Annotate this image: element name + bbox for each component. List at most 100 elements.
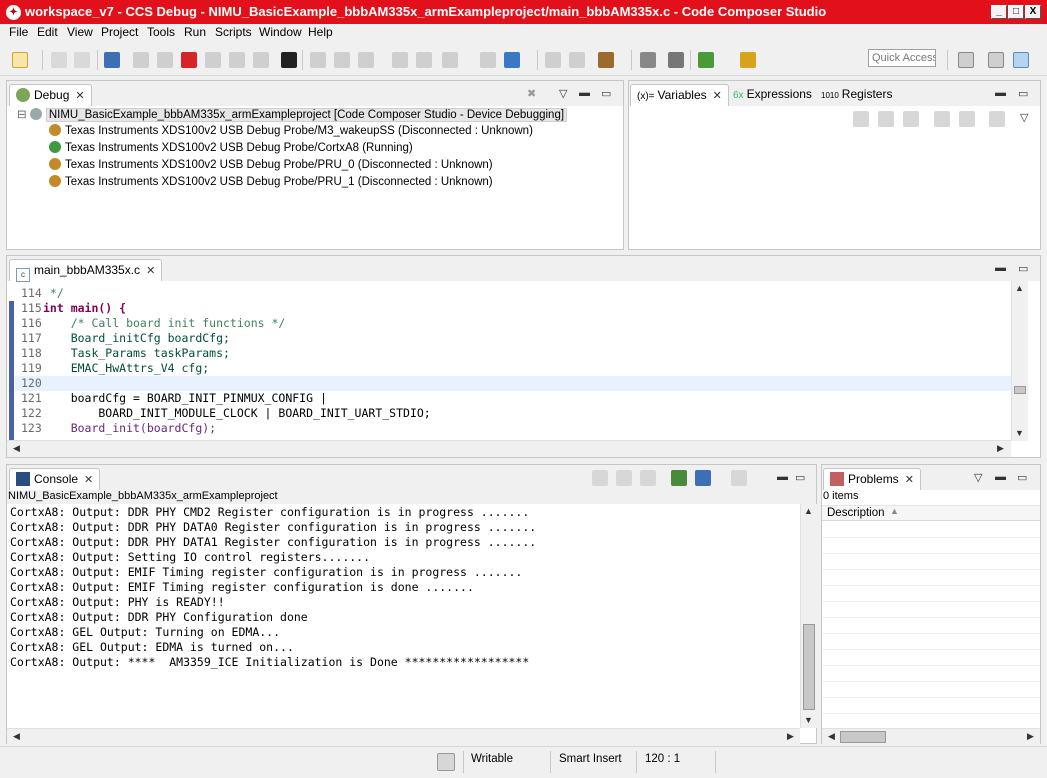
menu-help[interactable]: Help	[308, 25, 333, 39]
tab-registers[interactable]: 1010 Registers	[815, 84, 898, 106]
step-return-icon[interactable]	[253, 52, 269, 68]
refresh-icon[interactable]	[480, 52, 496, 68]
menu-window[interactable]: Window	[259, 25, 302, 39]
collapse-all-icon[interactable]	[903, 111, 919, 127]
minimize-button[interactable]: _	[991, 5, 1007, 19]
status-gear-icon[interactable]	[437, 753, 455, 771]
maximize-view-icon[interactable]: ▭	[1018, 87, 1028, 100]
search-icon[interactable]	[668, 52, 684, 68]
tab-expressions[interactable]: 6x Expressions	[727, 84, 818, 106]
debug-tree-item[interactable]: Texas Instruments XDS100v2 USB Debug Pro…	[49, 175, 493, 192]
debug-bug-icon[interactable]	[698, 52, 714, 68]
run-to-line-icon[interactable]	[442, 52, 458, 68]
menu-run[interactable]: Run	[184, 25, 206, 39]
maximize-view-icon[interactable]: ▭	[1017, 471, 1027, 484]
add-global-icon[interactable]	[878, 111, 894, 127]
view-menu-icon[interactable]: ▽	[1020, 111, 1028, 124]
scroll-up-arrow[interactable]: ▲	[801, 504, 816, 519]
close-icon[interactable]: ✕	[713, 90, 722, 102]
step-asm-icon[interactable]	[545, 52, 561, 68]
minimize-view-icon[interactable]: ▬	[995, 87, 1006, 99]
scroll-thumb[interactable]	[840, 731, 886, 743]
editor-horizontal-scrollbar[interactable]: ◀ ▶	[7, 440, 1011, 457]
ccs-app-icon[interactable]: ✦	[6, 5, 21, 20]
scroll-down-arrow[interactable]: ▼	[1012, 426, 1027, 441]
menu-project[interactable]: Project	[101, 25, 138, 39]
pin-console-icon[interactable]	[671, 470, 687, 486]
pin-icon[interactable]	[959, 111, 975, 127]
minimize-view-icon[interactable]: ▬	[995, 262, 1006, 274]
menu-tools[interactable]: Tools	[147, 25, 175, 39]
console-horizontal-scrollbar[interactable]: ◀ ▶	[7, 728, 800, 745]
column-description[interactable]: Description	[827, 507, 885, 519]
scroll-thumb[interactable]	[1014, 386, 1026, 394]
debug-tree-item[interactable]: Texas Instruments XDS100v2 USB Debug Pro…	[49, 141, 413, 158]
problems-horizontal-scrollbar[interactable]: ◀ ▶	[822, 728, 1040, 745]
restart-icon[interactable]	[392, 52, 408, 68]
debug-tree-root[interactable]: ⊟ NIMU_BasicExample_bbbAM335x_armExample…	[17, 107, 568, 124]
minimize-view-icon[interactable]: ▬	[777, 471, 788, 483]
clear-console-icon[interactable]	[592, 470, 608, 486]
suspend-icon[interactable]	[157, 52, 173, 68]
close-icon[interactable]: ✕	[75, 90, 84, 102]
build-hammer-icon[interactable]	[598, 52, 614, 68]
editor-vertical-scrollbar[interactable]: ▲ ▼	[1011, 281, 1028, 441]
minimize-view-icon[interactable]: ▬	[579, 87, 590, 99]
connect-icon[interactable]	[310, 52, 326, 68]
open-console-icon[interactable]	[731, 470, 747, 486]
menu-view[interactable]: View	[67, 25, 93, 39]
scroll-lock-icon[interactable]	[616, 470, 632, 486]
problems-table-header[interactable]: Description ▲	[822, 505, 1040, 521]
step-over-asm-icon[interactable]	[569, 52, 585, 68]
problems-table-body[interactable]	[822, 522, 1040, 728]
tools-icon[interactable]	[740, 52, 756, 68]
grid-icon[interactable]	[281, 52, 297, 68]
tab-problems[interactable]: Problems ✕	[823, 468, 921, 490]
scroll-right-arrow[interactable]: ▶	[1023, 729, 1038, 744]
maximize-button[interactable]: □	[1008, 5, 1024, 19]
scroll-left-arrow[interactable]: ◀	[824, 729, 839, 744]
maximize-view-icon[interactable]: ▭	[795, 471, 805, 484]
resume-icon[interactable]	[133, 52, 149, 68]
breakpoint-icon[interactable]	[416, 52, 432, 68]
maximize-view-icon[interactable]: ▭	[1018, 262, 1028, 275]
debug-tree-item[interactable]: Texas Instruments XDS100v2 USB Debug Pro…	[49, 124, 533, 141]
console-vertical-scrollbar[interactable]: ▲ ▼	[800, 504, 817, 728]
quick-access-input[interactable]: Quick Access	[868, 49, 936, 67]
step-into-icon[interactable]	[205, 52, 221, 68]
tab-variables[interactable]: (x)= Variables ✕	[630, 84, 729, 106]
scroll-left-arrow[interactable]: ◀	[9, 729, 24, 744]
console-output[interactable]: CortxA8: Output: DDR PHY CMD2 Register c…	[7, 504, 800, 728]
scroll-right-arrow[interactable]: ▶	[993, 441, 1008, 456]
show-type-names-icon[interactable]	[853, 111, 869, 127]
target-icon[interactable]	[504, 52, 520, 68]
menu-edit[interactable]: Edit	[37, 25, 58, 39]
load-program-icon[interactable]	[334, 52, 350, 68]
menu-file[interactable]: File	[9, 25, 28, 39]
view-menu-icon[interactable]: ▽	[559, 87, 567, 100]
maximize-view-icon[interactable]: ▭	[601, 87, 611, 100]
tab-debug[interactable]: Debug ✕	[9, 84, 92, 106]
ccs-edit-perspective-icon[interactable]	[988, 52, 1004, 68]
memory-icon[interactable]	[640, 52, 656, 68]
save-all-icon[interactable]	[74, 52, 90, 68]
new-icon[interactable]	[12, 52, 28, 68]
menu-scripts[interactable]: Scripts	[215, 25, 252, 39]
new-window-icon[interactable]	[934, 111, 950, 127]
reset-icon[interactable]	[358, 52, 374, 68]
ccs-debug-perspective-icon[interactable]	[1013, 52, 1029, 68]
display-console-icon[interactable]	[695, 470, 711, 486]
terminate-icon[interactable]	[181, 52, 197, 68]
open-perspective-icon[interactable]	[958, 52, 974, 68]
scroll-right-arrow[interactable]: ▶	[783, 729, 798, 744]
save-icon[interactable]	[51, 52, 67, 68]
step-over-icon[interactable]	[229, 52, 245, 68]
minimize-view-icon[interactable]: ▬	[995, 471, 1006, 483]
refresh-icon[interactable]	[989, 111, 1005, 127]
scroll-down-arrow[interactable]: ▼	[801, 713, 816, 728]
terminal-icon[interactable]	[104, 52, 120, 68]
close-icon[interactable]: ✕	[146, 265, 155, 277]
scroll-up-arrow[interactable]: ▲	[1012, 281, 1027, 296]
remove-terminated-icon[interactable]: ✖	[527, 87, 536, 100]
word-wrap-icon[interactable]	[640, 470, 656, 486]
